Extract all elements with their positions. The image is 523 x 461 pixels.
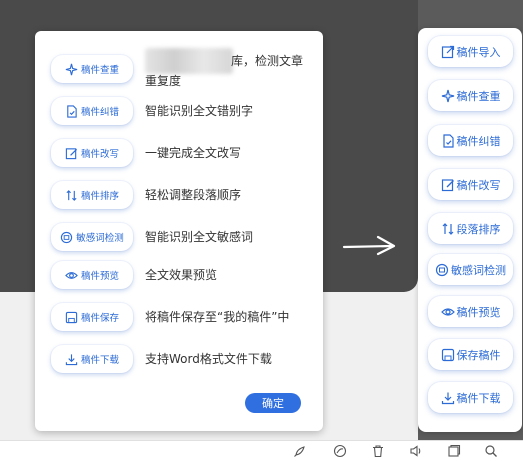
duplicate-check-chip[interactable]: 稿件查重 <box>51 55 133 83</box>
chip-label: 稿件预览 <box>80 271 119 282</box>
toolbar-label: 敏感词检测 <box>451 263 506 277</box>
download-description: 支持Word格式文件下载 <box>145 352 272 366</box>
window-icon[interactable] <box>447 444 463 458</box>
rewrite-description: 一键完成全文改写 <box>145 146 242 160</box>
chip-label: 敏感词检测 <box>76 233 124 244</box>
duplicate-check-button[interactable]: 稿件查重 <box>428 80 513 111</box>
rocket-icon[interactable] <box>293 444 309 458</box>
doc-check-icon <box>441 133 455 148</box>
proofread-button[interactable]: 稿件纠错 <box>428 125 513 156</box>
feature-row-sort: 稿件排序 轻松调整段落顺序 <box>51 181 313 211</box>
import-icon <box>441 45 455 59</box>
toolbar-label: 保存稿件 <box>456 348 501 362</box>
chip-label: 稿件保存 <box>80 313 119 324</box>
download-icon <box>441 391 455 405</box>
preview-button[interactable]: 稿件预览 <box>428 296 513 327</box>
sensitive-check-button[interactable]: 敏感词检测 <box>428 254 513 285</box>
eye-icon <box>440 305 455 319</box>
duplicate-check-description: 库，检测文章重复度 <box>145 54 304 88</box>
feature-guide-dialog: 稿件查重 库，检测文章重复度 稿件纠错 智能识别全文错别字 稿件改写 一键完成全… <box>35 31 323 431</box>
paragraph-sort-button[interactable]: 段落排序 <box>428 213 513 244</box>
preview-description: 全文效果预览 <box>145 268 218 282</box>
sensitive-description: 智能识别全文敏感词 <box>145 230 254 244</box>
edit-icon <box>441 178 455 192</box>
toolbar-label: 稿件纠错 <box>456 134 501 148</box>
sort-icon <box>65 189 78 202</box>
feature-row-sensitive: 敏感词检测 智能识别全文敏感词 <box>51 223 313 253</box>
sort-icon <box>441 222 455 236</box>
sensitive-icon <box>60 231 73 244</box>
sparkle-icon <box>441 89 455 103</box>
feature-row-rewrite: 稿件改写 一键完成全文改写 <box>51 139 313 169</box>
toolbar-label: 稿件下载 <box>456 391 501 405</box>
chip-label: 稿件改写 <box>80 149 119 160</box>
toolbar-label: 稿件查重 <box>456 89 501 103</box>
proofread-description: 智能识别全文错别字 <box>145 104 254 118</box>
doc-check-icon <box>65 104 78 118</box>
import-button[interactable]: 稿件导入 <box>428 36 513 67</box>
edit-icon <box>65 147 78 160</box>
bottom-toolbar <box>0 440 523 461</box>
toolbar-label: 稿件改写 <box>456 178 501 192</box>
toolbar-label: 段落排序 <box>456 222 501 236</box>
feature-row-save: 稿件保存 将稿件保存至“我的稿件”中 <box>51 303 313 333</box>
rewrite-button[interactable]: 稿件改写 <box>428 169 513 200</box>
download-icon <box>65 353 78 366</box>
chip-label: 稿件纠错 <box>80 107 119 118</box>
save-chip[interactable]: 稿件保存 <box>51 303 133 331</box>
chip-label: 稿件查重 <box>80 65 119 76</box>
sparkle-icon <box>65 63 78 76</box>
feature-row-proofread: 稿件纠错 智能识别全文错别字 <box>51 97 313 127</box>
save-icon <box>441 348 455 362</box>
sort-description: 轻松调整段落顺序 <box>145 188 242 202</box>
preview-chip[interactable]: 稿件预览 <box>51 261 133 289</box>
eye-icon <box>65 269 78 282</box>
toolbar-label: 稿件预览 <box>456 305 501 319</box>
save-button[interactable]: 保存稿件 <box>428 339 513 370</box>
arrow-right-icon <box>342 234 398 258</box>
sort-chip[interactable]: 稿件排序 <box>51 181 133 209</box>
feature-row-preview: 稿件预览 全文效果预览 <box>51 261 313 291</box>
save-icon <box>65 311 78 324</box>
search-icon[interactable] <box>484 444 500 458</box>
confirm-button[interactable]: 确定 <box>245 393 301 413</box>
download-button[interactable]: 稿件下载 <box>428 382 513 413</box>
speaker-icon[interactable] <box>409 444 425 458</box>
proofread-chip[interactable]: 稿件纠错 <box>51 97 133 125</box>
save-description: 将稿件保存至“我的稿件”中 <box>145 310 290 324</box>
palette-icon[interactable] <box>333 444 349 458</box>
right-toolbar: 稿件导入 稿件查重 稿件纠错 稿件改写 段落排序 敏感词检测 稿件预览 保存稿件… <box>418 28 522 432</box>
sensitive-icon <box>435 263 449 277</box>
download-chip[interactable]: 稿件下载 <box>51 345 133 373</box>
chip-label: 稿件排序 <box>80 191 119 202</box>
chip-label: 稿件下载 <box>80 355 119 366</box>
rewrite-chip[interactable]: 稿件改写 <box>51 139 133 167</box>
feature-row-download: 稿件下载 支持Word格式文件下载 <box>51 345 313 375</box>
trash-icon[interactable] <box>371 444 387 458</box>
toolbar-label: 稿件导入 <box>456 45 501 59</box>
sensitive-check-chip[interactable]: 敏感词检测 <box>51 223 133 251</box>
